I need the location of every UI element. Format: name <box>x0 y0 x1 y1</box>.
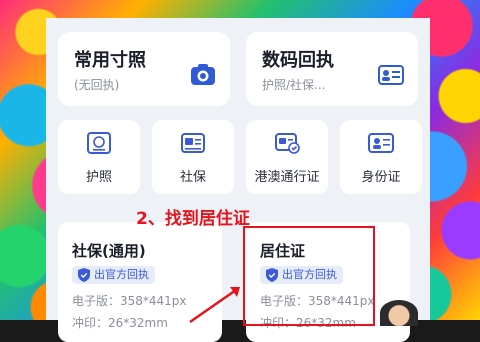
card-title: 数码回执 <box>262 50 334 71</box>
card-passport[interactable]: 护照 <box>58 120 140 194</box>
digital-size: 电子版：358*441px <box>72 294 187 308</box>
card-label: 社保 <box>179 170 206 185</box>
card-label: 身份证 <box>361 170 401 185</box>
card-subtitle: 护照/社保... <box>262 78 326 92</box>
card-title: 常用寸照 <box>74 50 146 71</box>
card-label: 港澳通行证 <box>254 170 320 185</box>
travel-permit-icon <box>275 133 300 154</box>
shield-check-icon <box>78 268 90 282</box>
card-identity-card[interactable]: 身份证 <box>340 120 422 194</box>
card-title: 社保(通用) <box>72 242 146 260</box>
official-receipt-badge: 出官方回执 <box>72 266 155 284</box>
print-size: 冲印：26*32mm <box>72 316 168 330</box>
identity-card-icon <box>368 133 394 153</box>
card-travel-permit[interactable]: 港澳通行证 <box>246 120 328 194</box>
social-security-card-icon <box>181 133 205 153</box>
card-social-security[interactable]: 社保 <box>152 120 234 194</box>
card-digital-receipt[interactable]: 数码回执 护照/社保... <box>246 32 418 106</box>
highlight-box <box>243 226 375 326</box>
card-common-photo[interactable]: 常用寸照 (无回执) <box>58 32 230 106</box>
badge-label: 出官方回执 <box>94 268 149 281</box>
card-subtitle: (无回执) <box>74 78 120 92</box>
instruction-callout: 2、找到居住证 <box>136 209 250 229</box>
card-label: 护照 <box>85 170 112 185</box>
red-arrow-icon <box>189 287 240 324</box>
id-card-icon <box>378 65 404 85</box>
camera-icon <box>191 64 215 85</box>
card-social-security-general[interactable]: 社保(通用) 出官方回执 电子版：358*441px 冲印：26*32mm <box>58 222 222 342</box>
sample-portrait <box>380 300 418 326</box>
passport-icon <box>87 132 111 154</box>
